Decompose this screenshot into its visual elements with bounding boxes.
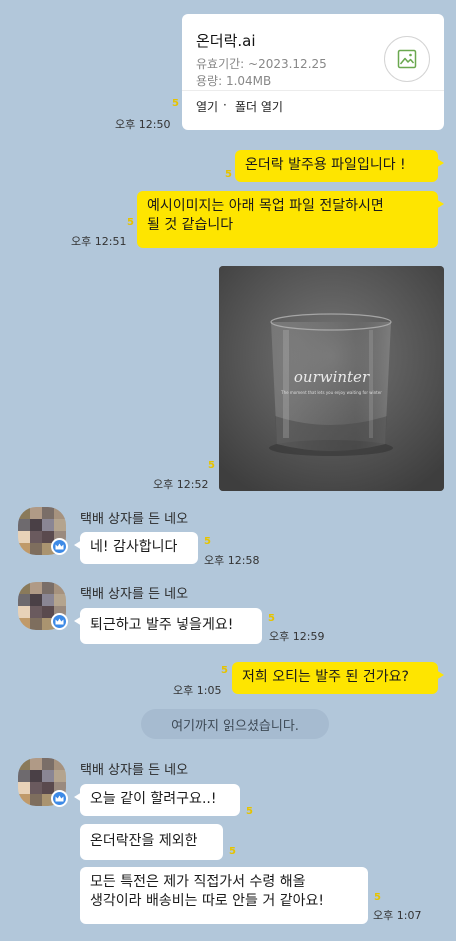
their-message-bubble[interactable]: 오늘 같이 할려구요..!	[74, 784, 240, 816]
message-text-line: 모든 특전은 제가 직접가서 수령 해올	[90, 874, 306, 890]
sender-name: 택배 상자를 든 네오	[80, 512, 189, 527]
file-name: 온더락.ai	[196, 32, 256, 50]
message-text: 저희 오티는 발주 된 건가요?	[242, 669, 409, 685]
their-message-bubble[interactable]: 온더락잔을 제외한	[80, 824, 223, 860]
message-time: 오후 12:58	[204, 554, 260, 567]
unread-count: 5	[268, 613, 275, 624]
photo-tagline: The moment that lets you enjoy waiting f…	[281, 390, 382, 395]
their-message-bubble[interactable]: 네! 감사합니다	[74, 532, 198, 564]
message-text: 온더락 발주용 파일입니다 !	[245, 157, 406, 173]
my-message-bubble[interactable]: 저희 오티는 발주 된 건가요?	[232, 662, 444, 694]
sender-name: 택배 상자를 든 네오	[80, 587, 189, 602]
unread-count: 5	[374, 892, 381, 903]
message-time: 오후 1:05	[173, 684, 222, 697]
unread-count: 5	[225, 169, 232, 180]
unread-count: 5	[208, 460, 215, 471]
message-time: 오후 12:52	[153, 478, 209, 491]
message-time: 오후 12:59	[269, 630, 325, 643]
photo-brand-text: ourwinter	[293, 368, 370, 386]
divider-text: 여기까지 읽으셨습니다.	[171, 718, 299, 734]
file-expiry: 유효기간: ~2023.12.25	[196, 57, 327, 71]
unread-count: 5	[246, 806, 253, 817]
message-text: 온더락잔을 제외한	[90, 833, 198, 849]
image-file-icon	[384, 36, 430, 82]
unread-count: 5	[221, 665, 228, 676]
unread-count: 5	[204, 536, 211, 547]
message-text-line: 예시이미지는 아래 목업 파일 전달하시면	[147, 198, 384, 214]
my-message-bubble[interactable]: 온더락 발주용 파일입니다 !	[235, 150, 444, 182]
my-message-bubble[interactable]: 예시이미지는 아래 목업 파일 전달하시면 될 것 같습니다	[137, 191, 444, 248]
message-text: 네! 감사합니다	[90, 539, 178, 555]
message-text-line: 생각이라 배송비는 따로 안들 거 같아요!	[90, 893, 324, 909]
message-text: 오늘 같이 할려구요..!	[90, 791, 217, 807]
their-message-bubble[interactable]: 퇴근하고 발주 넣을게요!	[74, 608, 262, 644]
their-message-bubble[interactable]: 모든 특전은 제가 직접가서 수령 해올 생각이라 배송비는 따로 안들 거 같…	[80, 867, 368, 924]
file-size: 용량: 1.04MB	[196, 74, 272, 88]
message-time: 오후 12:51	[71, 235, 127, 248]
message-time: 오후 1:07	[373, 909, 422, 922]
message-text: 퇴근하고 발주 넣을게요!	[90, 617, 234, 633]
message-text-line: 될 것 같습니다	[147, 217, 234, 233]
crown-badge-icon	[51, 538, 68, 555]
unread-count: 5	[127, 217, 134, 228]
unread-count: 5	[172, 98, 179, 109]
message-time: 오후 12:50	[115, 118, 171, 131]
folder-open-link[interactable]: 폴더 열기	[235, 98, 283, 115]
sender-name: 택배 상자를 든 네오	[80, 763, 189, 778]
read-divider: 여기까지 읽으셨습니다.	[141, 709, 329, 739]
unread-count: 5	[229, 846, 236, 857]
separator-dot: ·	[223, 98, 227, 112]
file-open-link[interactable]: 열기	[196, 98, 218, 115]
crown-badge-icon	[51, 613, 68, 630]
card-divider	[182, 90, 444, 91]
mockup-photo[interactable]: ourwinter The moment that lets you enjoy…	[219, 266, 444, 491]
crown-badge-icon	[51, 790, 68, 807]
file-message-card[interactable]: 온더락.ai 유효기간: ~2023.12.25 용량: 1.04MB 열기 ·…	[182, 14, 444, 130]
